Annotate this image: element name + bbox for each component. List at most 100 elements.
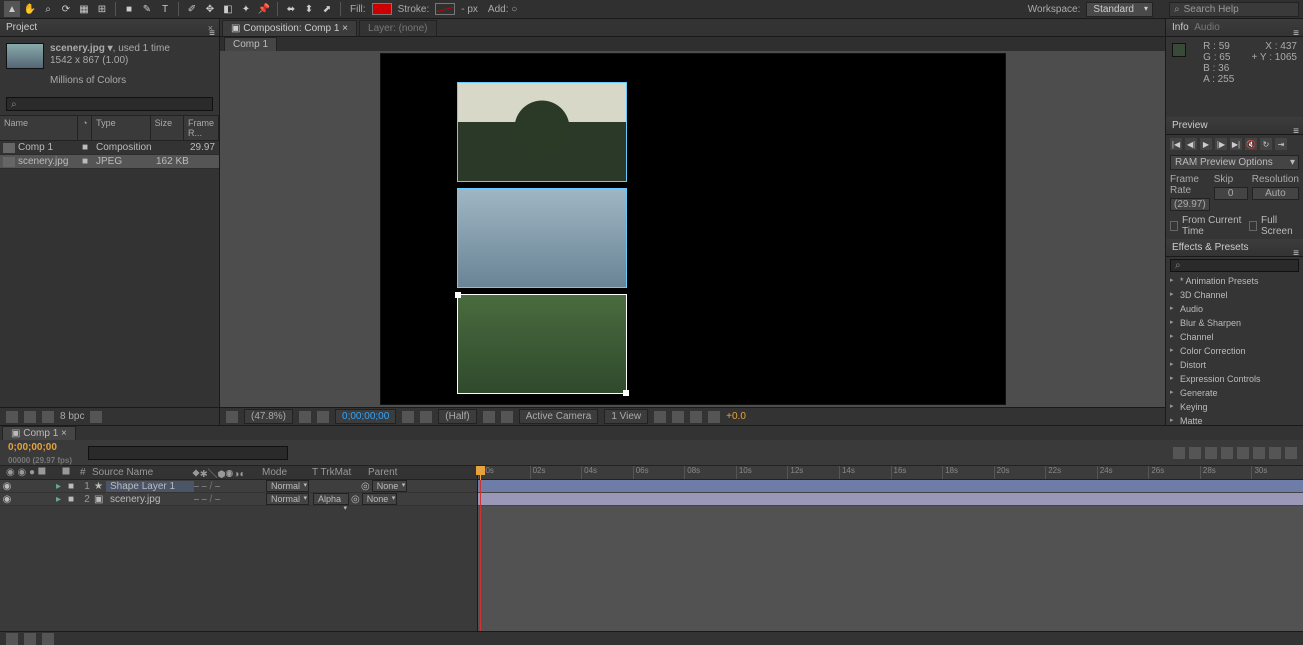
view-axis-icon[interactable]: ⬈ (319, 1, 335, 17)
effects-category[interactable]: Distort (1166, 358, 1303, 372)
effects-panel-header[interactable]: Effects & Presets (1166, 239, 1303, 257)
world-axis-icon[interactable]: ⬍ (301, 1, 317, 17)
flowchart-icon[interactable] (708, 411, 720, 423)
search-help-input[interactable]: Search Help (1169, 2, 1299, 17)
toggle-mask-icon[interactable] (317, 411, 329, 423)
workspace-dropdown[interactable]: Standard (1086, 2, 1153, 17)
view-layout-dropdown[interactable]: 1 View (604, 409, 648, 424)
project-search-input[interactable] (6, 97, 213, 111)
first-frame-icon[interactable]: |◀ (1170, 138, 1182, 150)
timeline-layer-row[interactable]: ◉ ▸ ■ 1 ★ Shape Layer 1 ⎯ ⎯ / ⎯ Normal ◎… (0, 480, 477, 493)
rectangle-tool-icon[interactable]: ■ (121, 1, 137, 17)
camera-dropdown[interactable]: Active Camera (519, 409, 599, 424)
parent-dropdown[interactable]: None (372, 480, 408, 492)
layer-image-top[interactable] (457, 82, 627, 182)
comp-mini-flowchart-icon[interactable] (1173, 447, 1185, 459)
auto-keyframe-icon[interactable] (1269, 447, 1281, 459)
col-mode[interactable]: Mode (256, 467, 306, 478)
toggle-in-out-icon[interactable] (42, 633, 54, 645)
timeline-tracks[interactable]: 00s02s04s06s08s10s12s14s16s18s20s22s24s2… (478, 466, 1303, 631)
skip-value[interactable]: 0 (1214, 187, 1248, 200)
selection-tool-icon[interactable]: ▲ (4, 1, 20, 17)
effects-category[interactable]: * Animation Presets (1166, 274, 1303, 288)
effects-category[interactable]: Color Correction (1166, 344, 1303, 358)
play-icon[interactable]: ▶ (1200, 138, 1212, 150)
visibility-toggle-icon[interactable]: ◉ (0, 494, 14, 505)
col-framerate[interactable]: Frame R... (184, 116, 219, 140)
layer-image-middle[interactable] (457, 188, 627, 288)
interpret-footage-icon[interactable] (6, 411, 18, 423)
ram-preview-dropdown[interactable]: RAM Preview Options (1170, 155, 1299, 170)
blend-mode-dropdown[interactable]: Normal (266, 480, 309, 492)
timeline-layer-row[interactable]: ◉ ▸ ■ 2 ▣ scenery.jpg ⎯ ⎯ / ⎯ Normal Alp… (0, 493, 477, 506)
transparency-grid-icon[interactable] (501, 411, 513, 423)
composition-viewer[interactable] (220, 51, 1165, 407)
layer-name[interactable]: Shape Layer 1 (106, 481, 194, 492)
toggle-modes-icon[interactable] (24, 633, 36, 645)
fill-swatch[interactable] (372, 3, 392, 15)
last-frame-icon[interactable]: ▶| (1230, 138, 1242, 150)
project-panel-header[interactable]: Project × (0, 19, 219, 37)
eraser-tool-icon[interactable]: ◧ (220, 1, 236, 17)
bpc-toggle[interactable]: 8 bpc (60, 411, 84, 422)
delete-icon[interactable] (90, 411, 102, 423)
info-panel-header[interactable]: Info Audio (1166, 19, 1303, 37)
col-parent[interactable]: Parent (362, 467, 403, 478)
info-tab[interactable]: Info (1172, 22, 1189, 33)
time-ruler[interactable]: 00s02s04s06s08s10s12s14s16s18s20s22s24s2… (478, 466, 1303, 480)
stroke-width[interactable]: - px (461, 4, 478, 15)
motion-blur-icon[interactable] (1237, 447, 1249, 459)
loop-icon[interactable]: ↻ (1260, 138, 1272, 150)
next-frame-icon[interactable]: |▶ (1215, 138, 1227, 150)
brush-tool-icon[interactable]: ✐ (184, 1, 200, 17)
comp-panel-tab[interactable]: ▣ Composition: Comp 1 × (222, 20, 357, 36)
rotate-tool-icon[interactable]: ⟳ (58, 1, 74, 17)
track-bar[interactable] (478, 480, 1303, 493)
always-preview-icon[interactable] (226, 411, 238, 423)
effects-category[interactable]: Generate (1166, 386, 1303, 400)
layer-panel-tab[interactable]: Layer: (none) (359, 20, 436, 36)
hide-shy-icon[interactable] (1205, 447, 1217, 459)
graph-editor-icon[interactable] (1285, 447, 1297, 459)
camera-tool-icon[interactable]: ▦ (76, 1, 92, 17)
ram-preview-icon[interactable]: ⇥ (1275, 138, 1287, 150)
effects-category[interactable]: Audio (1166, 302, 1303, 316)
col-size[interactable]: Size (151, 116, 184, 140)
draft-3d-icon[interactable] (1189, 447, 1201, 459)
roto-tool-icon[interactable]: ✦ (238, 1, 254, 17)
from-current-checkbox[interactable] (1170, 221, 1178, 231)
exposure-value[interactable]: +0.0 (726, 411, 746, 422)
framerate-value[interactable]: (29.97) (1170, 198, 1210, 211)
mute-icon[interactable]: 🔇 (1245, 138, 1257, 150)
prev-frame-icon[interactable]: ◀| (1185, 138, 1197, 150)
snapshot-icon[interactable] (402, 411, 414, 423)
zoom-tool-icon[interactable]: ⌕ (40, 1, 56, 17)
hand-tool-icon[interactable]: ✋ (22, 1, 38, 17)
col-label-icon[interactable]: ◔ (78, 116, 92, 140)
stroke-swatch[interactable] (435, 3, 455, 15)
add-label[interactable]: Add: ○ (488, 4, 517, 15)
timeline-search-input[interactable] (88, 446, 288, 460)
brainstorm-icon[interactable] (1253, 447, 1265, 459)
track-bar[interactable] (478, 493, 1303, 506)
text-tool-icon[interactable]: T (157, 1, 173, 17)
roi-icon[interactable] (483, 411, 495, 423)
composition-canvas[interactable] (381, 54, 1005, 404)
project-row[interactable]: Comp 1 ■ Composition 29.97 (0, 141, 219, 155)
resolution-dropdown[interactable]: (Half) (438, 409, 476, 424)
pixel-aspect-icon[interactable] (654, 411, 666, 423)
col-trkmat[interactable]: T TrkMat (306, 467, 362, 478)
current-time[interactable]: 0;00;00;00 (335, 409, 396, 424)
resolution-value[interactable]: Auto (1252, 187, 1299, 200)
frame-blend-icon[interactable] (1221, 447, 1233, 459)
toggle-grid-icon[interactable] (299, 411, 311, 423)
effects-category[interactable]: 3D Channel (1166, 288, 1303, 302)
trkmat-dropdown[interactable]: Alpha (313, 493, 349, 505)
layer-name[interactable]: scenery.jpg (106, 494, 194, 505)
zoom-dropdown[interactable]: (47.8%) (244, 409, 293, 424)
col-type[interactable]: Type (92, 116, 151, 140)
blend-mode-dropdown[interactable]: Normal (266, 493, 309, 505)
project-row[interactable]: scenery.jpg ■ JPEG 162 KB (0, 155, 219, 169)
timecode-display[interactable]: 0;00;00;00 00000 (29.97 fps) (0, 439, 80, 467)
show-channel-icon[interactable] (420, 411, 432, 423)
